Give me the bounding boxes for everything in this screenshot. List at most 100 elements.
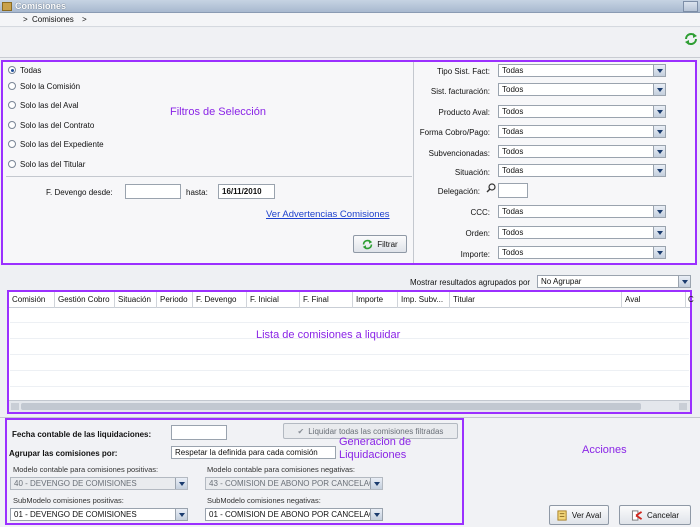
col-aval[interactable]: Aval	[625, 295, 640, 304]
chevron-down-icon[interactable]	[678, 276, 690, 287]
grid-header: Comisión Gestión Cobro Situación Periodo…	[9, 292, 694, 308]
scrollbar-thumb[interactable]	[21, 403, 641, 410]
col-situacion[interactable]: Situación	[118, 295, 151, 304]
grid-row-line	[10, 370, 689, 371]
search-icon[interactable]	[486, 183, 496, 193]
liquidar-button-label: Liquidar todas las comisiones filtradas	[308, 426, 444, 436]
grid-row-line	[10, 354, 689, 355]
chevron-down-icon[interactable]	[653, 206, 665, 217]
devengo-desde-input[interactable]	[125, 184, 181, 199]
grouping-select[interactable]: No Agrupar	[537, 275, 691, 288]
refresh-icon[interactable]	[684, 32, 698, 46]
radio-solo-contrato[interactable]: Solo las del Contrato	[8, 118, 94, 132]
ver-aval-button[interactable]: Ver Aval	[549, 505, 609, 525]
ccc-select[interactable]: Todas	[498, 205, 666, 218]
select-value: Todas	[502, 66, 524, 75]
modelo-pos-select[interactable]: 40 - DEVENGO DE COMISIONES	[10, 477, 188, 490]
col-separator[interactable]	[114, 292, 115, 308]
fecha-contable-label: Fecha contable de las liquidaciones:	[12, 430, 152, 439]
window-titlebar: Comisiones	[0, 0, 700, 13]
col-separator[interactable]	[685, 292, 686, 308]
radio-todas[interactable]: Todas	[8, 63, 41, 77]
chevron-down-icon[interactable]	[653, 165, 665, 176]
col-separator[interactable]	[621, 292, 622, 308]
select-value: 43 - COMISION DE ABONO POR CANCELAC	[209, 479, 375, 488]
producto-aval-select[interactable]: Todos	[498, 105, 666, 118]
col-imp-subv[interactable]: Imp. Subv...	[401, 295, 443, 304]
radio-button[interactable]	[8, 160, 16, 168]
col-c[interactable]: C	[688, 295, 694, 304]
cancelar-button[interactable]: Cancelar	[619, 505, 691, 525]
scroll-left-icon[interactable]	[11, 403, 19, 410]
commissions-grid[interactable]	[7, 290, 692, 414]
col-separator[interactable]	[54, 292, 55, 308]
radio-solo-comision[interactable]: Solo la Comisión	[8, 79, 80, 93]
chevron-down-icon[interactable]	[175, 478, 187, 489]
chevron-down-icon[interactable]	[653, 106, 665, 117]
warnings-link[interactable]: Ver Advertencias Comisiones	[266, 209, 390, 220]
radio-button[interactable]	[8, 82, 16, 90]
col-separator[interactable]	[352, 292, 353, 308]
breadcrumb-item-comisiones[interactable]: Comisiones	[32, 15, 74, 24]
col-separator[interactable]	[299, 292, 300, 308]
radio-label: Todas	[20, 65, 42, 75]
col-f-inicial[interactable]: F. Inicial	[250, 295, 279, 304]
sist-facturacion-select[interactable]: Todos	[498, 83, 666, 96]
forma-cobro-select[interactable]: Todas	[498, 125, 666, 138]
radio-solo-titular[interactable]: Solo las del Titular	[8, 157, 85, 171]
chevron-down-icon[interactable]	[175, 509, 187, 520]
toolbar	[0, 28, 700, 58]
submodelo-neg-select[interactable]: 01 - COMISION DE ABONO POR CANCELAC	[205, 508, 383, 521]
radio-button[interactable]	[8, 121, 16, 129]
actions-annotation: Acciones	[582, 444, 627, 456]
col-separator[interactable]	[246, 292, 247, 308]
edit-icon	[557, 509, 567, 521]
modelo-pos-label: Modelo contable para comisiones positiva…	[13, 465, 159, 474]
delegacion-input[interactable]	[498, 183, 528, 198]
col-gestion-cobro[interactable]: Gestión Cobro	[58, 295, 110, 304]
col-comision[interactable]: Comisión	[12, 295, 45, 304]
col-periodo[interactable]: Periodo	[160, 295, 188, 304]
chevron-down-icon[interactable]	[653, 126, 665, 137]
fecha-contable-input[interactable]	[171, 425, 227, 440]
col-f-devengo[interactable]: F. Devengo	[196, 295, 236, 304]
col-importe[interactable]: Importe	[356, 295, 383, 304]
check-icon: ✔	[297, 426, 305, 436]
subvencionadas-select[interactable]: Todos	[498, 145, 666, 158]
chevron-down-icon[interactable]	[653, 84, 665, 95]
radio-label: Solo las del Expediente	[20, 139, 104, 149]
grid-row-line	[10, 386, 689, 387]
radio-solo-expediente[interactable]: Solo las del Expediente	[8, 137, 104, 151]
col-f-final[interactable]: F. Final	[303, 295, 329, 304]
select-value: Todas	[502, 166, 524, 175]
importe-select[interactable]: Todos	[498, 246, 666, 259]
delegacion-label: Delegación:	[437, 187, 480, 196]
orden-select[interactable]: Todos	[498, 226, 666, 239]
chevron-down-icon[interactable]	[653, 227, 665, 238]
radio-button[interactable]	[8, 140, 16, 148]
col-titular[interactable]: Titular	[453, 295, 475, 304]
agrupar-select[interactable]: Respetar la definida para cada comisión	[171, 446, 336, 459]
chevron-down-icon[interactable]	[653, 146, 665, 157]
horizontal-scrollbar[interactable]	[9, 400, 690, 412]
radio-solo-aval[interactable]: Solo las del Aval	[8, 98, 79, 112]
window-close-button[interactable]	[683, 1, 698, 12]
chevron-down-icon[interactable]	[370, 509, 382, 520]
col-separator[interactable]	[156, 292, 157, 308]
chevron-down-icon[interactable]	[370, 478, 382, 489]
hasta-input[interactable]: 16/11/2010	[218, 184, 275, 199]
col-separator[interactable]	[192, 292, 193, 308]
situacion-select[interactable]: Todas	[498, 164, 666, 177]
grouping-label: Mostrar resultados agrupados por	[410, 278, 531, 287]
modelo-neg-select[interactable]: 43 - COMISION DE ABONO POR CANCELAC	[205, 477, 383, 490]
scroll-right-icon[interactable]	[679, 403, 687, 410]
col-separator[interactable]	[449, 292, 450, 308]
radio-button[interactable]	[8, 66, 16, 74]
chevron-down-icon[interactable]	[653, 65, 665, 76]
radio-label: Solo la Comisión	[20, 81, 81, 91]
tipo-sist-fact-select[interactable]: Todas	[498, 64, 666, 77]
col-separator[interactable]	[397, 292, 398, 308]
submodelo-pos-select[interactable]: 01 - DEVENGO DE COMISIONES	[10, 508, 188, 521]
radio-button[interactable]	[8, 101, 16, 109]
chevron-down-icon[interactable]	[653, 247, 665, 258]
